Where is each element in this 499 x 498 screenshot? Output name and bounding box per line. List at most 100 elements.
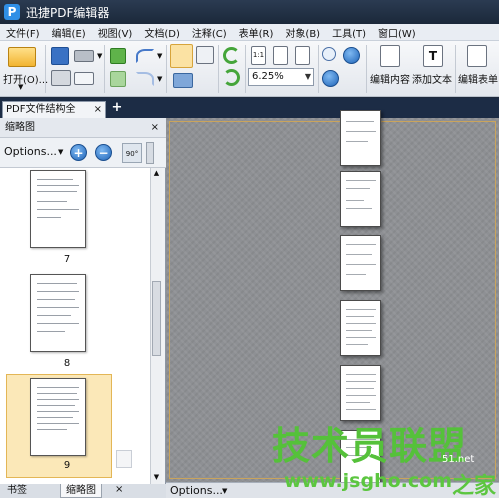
thumbnail-zoom-in-icon[interactable]: +: [70, 144, 87, 161]
page-text-line: [346, 395, 376, 396]
thumbnail-options-button[interactable]: Options...: [4, 145, 57, 158]
page-text-line: [346, 323, 376, 324]
panel-close-icon[interactable]: ×: [151, 118, 159, 138]
new-tab-button[interactable]: +: [110, 101, 124, 116]
page-text-line: [346, 330, 372, 331]
thumbnail-page-8[interactable]: [30, 274, 86, 352]
page-text-line: [346, 344, 368, 345]
snapshot-icon[interactable]: [173, 73, 193, 88]
panel-tab-close-icon[interactable]: ×: [115, 484, 123, 495]
open-folder-icon[interactable]: [8, 47, 36, 67]
undo-icon[interactable]: [136, 49, 154, 63]
fit-page-icon[interactable]: [273, 46, 288, 65]
menu-view[interactable]: 视图(V): [92, 25, 139, 40]
title-bar: P 迅捷PDF编辑器: [0, 0, 499, 24]
thumbnail-page-number: 8: [63, 358, 71, 369]
menu-comment[interactable]: 注释(C): [186, 25, 233, 40]
edit-content-icon[interactable]: [380, 45, 400, 67]
options-dropdown-icon[interactable]: ▼: [58, 148, 63, 156]
panel-bottom-tabs: 书签 缩略图 ×: [0, 484, 166, 498]
undo-dropdown-icon[interactable]: ▼: [157, 52, 162, 60]
fit-width-icon[interactable]: [295, 46, 310, 65]
document-page[interactable]: [340, 110, 381, 166]
document-page[interactable]: [340, 300, 381, 356]
menu-file[interactable]: 文件(F): [0, 25, 46, 40]
view-options-button[interactable]: Options...: [170, 484, 223, 497]
thumbnail-text-line: [37, 399, 79, 400]
hand-tool-icon[interactable]: [170, 44, 193, 68]
thumbnail-text-line: [37, 291, 79, 292]
rotate-thumbnail-label: 90°: [125, 150, 139, 158]
tab-thumbnails[interactable]: 缩略图: [60, 484, 102, 498]
scrollbar-thumb[interactable]: [152, 281, 161, 356]
edit-form-button[interactable]: 编辑表单: [458, 71, 498, 86]
thumbnail-page-9[interactable]: [30, 378, 86, 456]
toolbar-separator: [318, 45, 319, 93]
zoom-out-icon[interactable]: [343, 47, 360, 64]
toolbar-separator: [218, 45, 219, 93]
scanner-dropdown-icon[interactable]: ▼: [97, 52, 102, 60]
rotate-left-icon[interactable]: [223, 47, 240, 64]
redo-dropdown-icon[interactable]: ▼: [157, 75, 162, 83]
document-page[interactable]: [340, 365, 381, 421]
toolbar-separator: [366, 45, 367, 93]
email-icon[interactable]: [74, 72, 94, 85]
zoom-in-icon[interactable]: [322, 70, 339, 87]
view-options-dropdown-icon[interactable]: ▼: [222, 487, 227, 495]
page-text-line: [346, 316, 374, 317]
add-text-button[interactable]: 添加文本: [412, 71, 452, 86]
thumbnail-zoom-out-icon[interactable]: −: [95, 144, 112, 161]
print-icon[interactable]: [51, 70, 71, 86]
thumbnail-page-number: 7: [63, 254, 71, 265]
zoom-level-select[interactable]: 6.25% ▼: [248, 68, 314, 86]
rotate-thumbnail-icon[interactable]: 90°: [122, 143, 142, 163]
scanner-icon[interactable]: [74, 50, 94, 62]
thumbnail-text-line: [37, 179, 73, 180]
redo-icon[interactable]: [136, 72, 154, 86]
thumbnail-text-line: [37, 323, 79, 324]
tab-close-icon[interactable]: ×: [94, 102, 102, 117]
open-dropdown-icon[interactable]: ▼: [18, 83, 23, 91]
select-text-icon[interactable]: [196, 46, 214, 64]
edit-form-icon[interactable]: [467, 45, 487, 67]
page-text-line: [346, 274, 366, 275]
tab-bookmarks[interactable]: 书签: [2, 484, 32, 498]
panel-resize-handle[interactable]: [146, 142, 154, 164]
document-page[interactable]: [340, 235, 381, 291]
window-title: 迅捷PDF编辑器: [26, 5, 110, 20]
page-text-line: [346, 337, 376, 338]
zoom-dropdown-icon[interactable]: ▼: [305, 69, 311, 85]
toolbar-separator: [455, 45, 456, 93]
menu-tools[interactable]: 工具(T): [326, 25, 372, 40]
thumbnail-scrollbar[interactable]: ▲ ▼: [150, 168, 162, 484]
document-tab[interactable]: PDF文件结构全 ×: [2, 101, 106, 118]
add-text-icon[interactable]: T: [423, 45, 443, 67]
scroll-down-icon[interactable]: ▼: [151, 472, 162, 483]
document-tab-label: PDF文件结构全: [6, 104, 76, 115]
thumbnail-list[interactable]: 7 8 9: [0, 168, 150, 484]
menu-document[interactable]: 文档(D): [138, 25, 186, 40]
thumbnail-text-line: [37, 217, 61, 218]
menu-object[interactable]: 对象(B): [279, 25, 326, 40]
next-view-icon[interactable]: [110, 71, 126, 87]
menu-edit[interactable]: 编辑(E): [46, 25, 92, 40]
actual-size-icon[interactable]: 1:1: [251, 46, 266, 65]
zoom-level-value: 6.25%: [252, 71, 284, 82]
previous-view-icon[interactable]: [110, 48, 126, 64]
scroll-up-icon[interactable]: ▲: [151, 168, 162, 179]
page-text-line: [346, 188, 370, 189]
save-icon[interactable]: [51, 47, 69, 65]
zoom-in-tool-icon[interactable]: [322, 47, 336, 61]
rotate-right-icon[interactable]: [223, 69, 240, 86]
page-text-line: [346, 374, 376, 375]
open-button[interactable]: 打开(O)...: [3, 71, 48, 86]
document-page[interactable]: [340, 171, 381, 227]
thumbnail-page-7[interactable]: [30, 170, 86, 248]
menu-window[interactable]: 窗口(W): [372, 25, 422, 40]
edit-content-button[interactable]: 编辑内容: [370, 71, 410, 86]
page-text-line: [346, 402, 370, 403]
page-text-line: [346, 121, 374, 122]
app-logo-icon: P: [4, 4, 20, 20]
menu-form[interactable]: 表单(R): [233, 25, 280, 40]
thumbnail-panel: 缩略图 × Options... ▼ + − 90° 7 8 9 ▲ ▼ 书签 …: [0, 118, 166, 498]
